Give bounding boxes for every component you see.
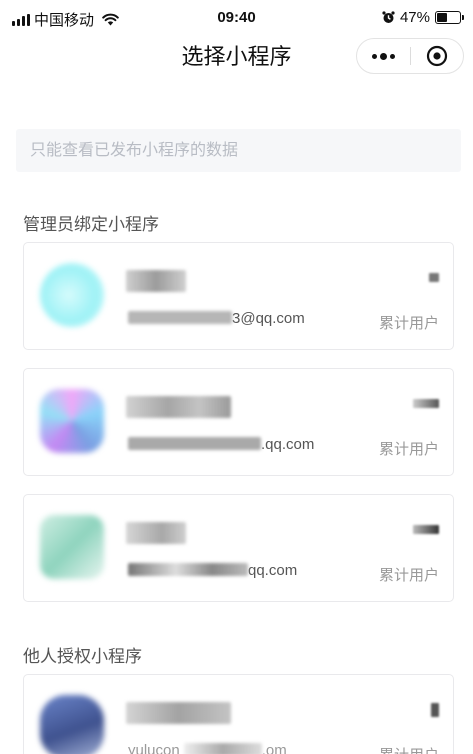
miniprogram-email: qq.com [128, 562, 297, 579]
miniprogram-name [126, 396, 231, 418]
menu-capsule [356, 38, 464, 74]
stat-label: 累计用户 [378, 315, 439, 332]
more-button[interactable] [357, 39, 410, 73]
battery-icon [435, 11, 464, 24]
miniprogram-name [126, 702, 231, 724]
status-bar: 中国移动 09:40 47% [0, 0, 473, 36]
stat-label: 累计用户 [379, 744, 439, 754]
user-count-value [431, 703, 439, 717]
close-button[interactable] [411, 39, 463, 73]
user-count-value [413, 525, 439, 534]
miniprogram-card[interactable]: yulucon.om 累计用户 [23, 674, 454, 754]
miniprogram-avatar [40, 389, 104, 453]
miniprogram-name [126, 270, 186, 292]
miniprogram-avatar [40, 515, 104, 579]
status-right: 47% [382, 9, 464, 26]
miniprogram-avatar [40, 695, 104, 754]
email-redaction [128, 437, 261, 450]
miniprogram-card[interactable]: 3@qq.com 累计用户 [23, 242, 454, 350]
miniprogram-card[interactable]: .qq.com 累计用户 [23, 368, 454, 476]
section-title-admin: 管理员绑定小程序 [23, 215, 159, 234]
notice-banner: 只能查看已发布小程序的数据 [16, 129, 461, 172]
email-redaction [128, 563, 248, 576]
email-redaction [183, 743, 262, 754]
email-redaction [128, 311, 232, 324]
miniprogram-name [126, 522, 186, 544]
user-count-value [429, 273, 439, 282]
alarm-icon [382, 11, 395, 23]
battery-percent: 47% [399, 9, 430, 26]
stat-label: 累计用户 [378, 567, 439, 584]
target-close-icon [426, 45, 448, 67]
user-count-value [413, 399, 439, 408]
miniprogram-email: yulucon .om [128, 742, 287, 754]
miniprogram-email: .qq.com [128, 436, 314, 453]
section-title-authorized: 他人授权小程序 [23, 647, 142, 666]
miniprogram-avatar [40, 263, 104, 327]
miniprogram-email: 3@qq.com [128, 310, 305, 327]
miniprogram-card[interactable]: qq.com 累计用户 [23, 494, 454, 602]
stat-label: 累计用户 [378, 441, 439, 458]
more-dots-icon [372, 53, 377, 59]
